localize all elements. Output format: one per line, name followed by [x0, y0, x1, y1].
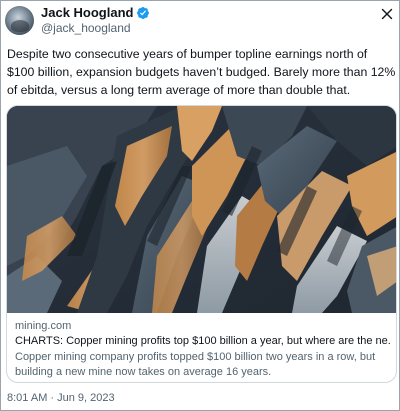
- close-icon: [381, 8, 393, 20]
- link-card-title[interactable]: CHARTS: Copper mining profits top $100 b…: [15, 335, 390, 347]
- verified-badge-icon: [136, 6, 150, 20]
- author-name-row: Jack Hoogland: [41, 5, 150, 20]
- close-button[interactable]: [379, 6, 395, 22]
- link-card-domain: mining.com: [15, 320, 72, 332]
- author-handle[interactable]: @jack_hoogland: [41, 21, 131, 35]
- tweet-embed: Jack Hoogland @jack_hoogland Despite two…: [0, 0, 400, 411]
- tweet-text: Despite two consecutive years of bumper …: [7, 47, 396, 97]
- avatar[interactable]: [5, 6, 34, 35]
- author-display-name[interactable]: Jack Hoogland: [41, 5, 133, 20]
- link-card-image[interactable]: [7, 106, 396, 313]
- tweet-timestamp[interactable]: 8:01 AM · Jun 9, 2023: [7, 392, 115, 404]
- link-card-description: Copper mining company profits topped $10…: [15, 351, 376, 378]
- link-card[interactable]: mining.com CHARTS: Copper mining profits…: [6, 105, 397, 383]
- tweet-header: Jack Hoogland @jack_hoogland: [5, 4, 397, 38]
